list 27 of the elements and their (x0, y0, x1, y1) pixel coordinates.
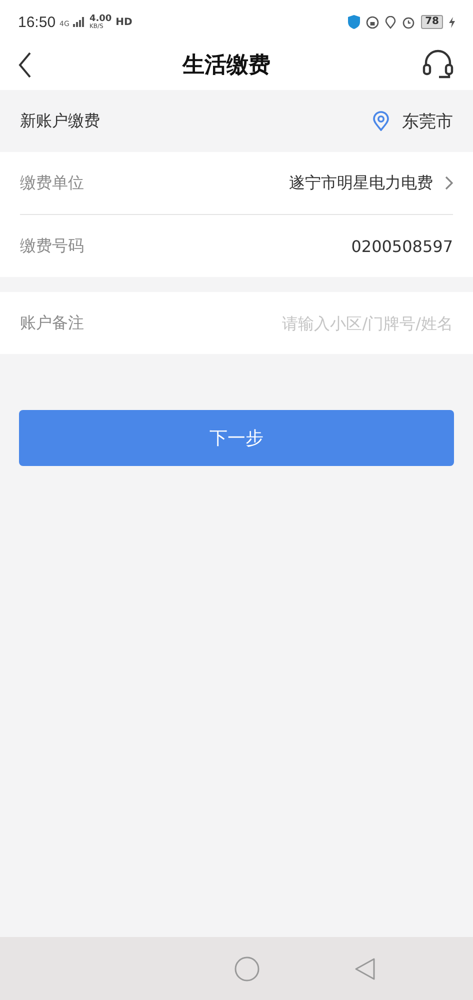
shield-icon (348, 15, 360, 29)
headset-icon (421, 49, 455, 81)
field-label: 缴费单位 (20, 172, 84, 194)
triangle-icon (354, 956, 376, 980)
field-label: 缴费号码 (20, 236, 84, 256)
hd-label: HD (116, 16, 132, 28)
back-button[interactable] (18, 52, 32, 78)
status-time: 16:50 (18, 14, 56, 30)
charging-icon (449, 16, 455, 28)
field-value: 0200508597 (351, 236, 453, 256)
location-pin-icon (372, 111, 390, 131)
lock-icon (366, 16, 380, 28)
field-label: 账户备注 (20, 312, 84, 334)
signal-icon (73, 17, 86, 27)
chevron-right-icon (445, 176, 453, 190)
next-button[interactable]: 下一步 (19, 410, 454, 466)
battery-indicator: 78 (421, 15, 443, 29)
page-title: 生活缴费 (182, 52, 270, 80)
location-icon (385, 16, 396, 28)
speed-value: 4.00 (89, 14, 112, 24)
support-button[interactable] (421, 49, 455, 81)
circle-icon (234, 956, 260, 982)
section-title: 新账户缴费 (20, 110, 100, 132)
alarm-icon (402, 16, 416, 28)
city-selector[interactable]: 东莞市 (372, 110, 453, 132)
payee-selector[interactable]: 遂宁市明星电力电费 (289, 172, 453, 194)
back-icon (18, 52, 32, 78)
